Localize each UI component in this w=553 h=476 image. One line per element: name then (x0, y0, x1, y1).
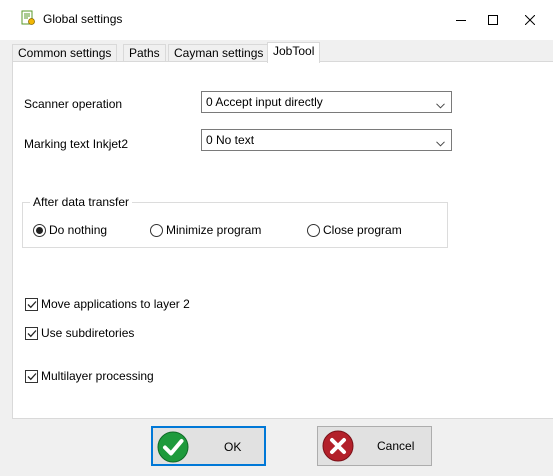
radio-dot (36, 226, 43, 234)
radio-close-program-label: Close program (323, 223, 402, 237)
checkmark-icon (25, 369, 38, 383)
radio-circle (33, 223, 46, 237)
checkbox-multilayer-processing[interactable]: Multilayer processing (25, 369, 154, 383)
ok-label: OK (224, 440, 242, 454)
title-bar: Global settings (0, 0, 553, 40)
checkbox-multilayer-processing-label: Multilayer processing (41, 369, 154, 383)
marking-text-value: 0 No text (206, 133, 255, 147)
checkbox-use-subdiretories-label: Use subdiretories (41, 326, 135, 340)
minimize-icon (456, 15, 466, 25)
radio-minimize-program[interactable]: Minimize program (150, 223, 261, 237)
chevron-down-icon (436, 98, 445, 112)
tab-cayman-settings[interactable]: Cayman settings (168, 44, 270, 62)
marking-text-select[interactable]: 0 No text (201, 129, 452, 151)
chevron-down-icon (436, 136, 445, 150)
radio-close-program[interactable]: Close program (307, 223, 402, 237)
close-button[interactable] (507, 0, 553, 40)
radio-minimize-program-label: Minimize program (166, 223, 262, 237)
ok-button[interactable]: OK (151, 426, 266, 466)
cross-icon (322, 430, 354, 465)
checkmark-icon (25, 326, 38, 340)
after-transfer-title: After data transfer (30, 195, 133, 209)
footer-divider (12, 418, 553, 419)
checkmark-icon (25, 297, 38, 311)
radio-do-nothing[interactable]: Do nothing (33, 223, 107, 237)
tab-jobtool[interactable]: JobTool (267, 42, 321, 63)
tab-paths[interactable]: Paths (123, 44, 166, 62)
checkbox-move-applications[interactable]: Move applications to layer 2 (25, 297, 190, 311)
scanner-operation-label: Scanner operation (24, 97, 123, 111)
checkbox-use-subdiretories[interactable]: Use subdiretories (25, 326, 134, 340)
window-title: Global settings (43, 12, 123, 26)
settings-sheet-icon (20, 10, 36, 26)
tab-strip: Common settings Paths Cayman settings Jo… (12, 42, 553, 63)
scanner-operation-select[interactable]: 0 Accept input directly (201, 91, 452, 113)
tab-common-settings[interactable]: Common settings (12, 44, 118, 62)
cancel-label: Cancel (377, 439, 415, 453)
radio-do-nothing-label: Do nothing (49, 223, 108, 237)
cancel-button[interactable]: Cancel (317, 426, 432, 466)
close-icon (525, 15, 535, 25)
marking-text-label: Marking text Inkjet2 (24, 137, 129, 151)
maximize-icon (488, 15, 498, 25)
checkmark-icon (157, 431, 189, 466)
radio-circle (150, 223, 163, 237)
checkbox-move-applications-label: Move applications to layer 2 (41, 297, 190, 311)
radio-circle (307, 223, 320, 237)
scanner-operation-value: 0 Accept input directly (206, 95, 323, 109)
